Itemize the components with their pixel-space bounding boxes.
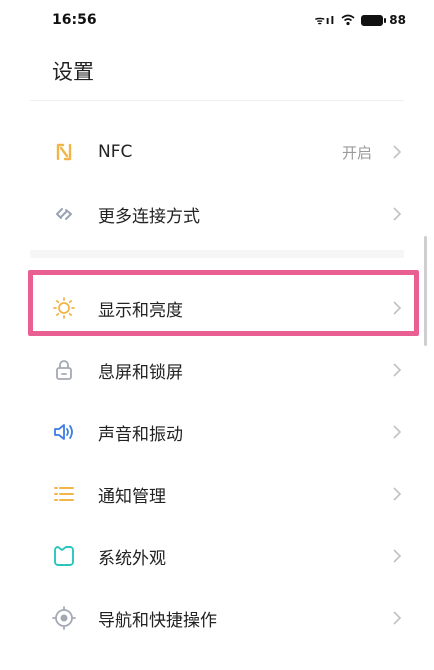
settings-item-label: 声音和振动 — [98, 424, 183, 445]
settings-item-display-brightness[interactable]: 显示和亮度 — [30, 280, 420, 336]
chevron-right-icon — [393, 425, 402, 439]
settings-item-label: 息屏和锁屏 — [98, 362, 183, 383]
battery-level: 88 — [389, 13, 406, 27]
group-separator — [30, 250, 404, 258]
status-bar: 16:56 ᯤıl 88 — [0, 0, 434, 40]
chevron-right-icon — [393, 487, 402, 501]
status-icons: ᯤıl 88 — [315, 13, 406, 28]
settings-item-label: 显示和亮度 — [98, 300, 183, 321]
chevron-right-icon — [393, 549, 402, 563]
settings-item-more-connections[interactable]: 更多连接方式 — [30, 186, 420, 242]
chevron-right-icon — [393, 363, 402, 377]
settings-screen: 16:56 ᯤıl 88 设置 NFC 开启 更多连接方式 显示和亮度 息屏和锁… — [0, 0, 434, 670]
scrollbar[interactable] — [424, 236, 427, 346]
settings-item-nfc[interactable]: NFC 开启 — [30, 124, 420, 180]
chevron-right-icon — [393, 207, 402, 221]
settings-item-notifications[interactable]: 通知管理 — [30, 466, 420, 522]
settings-item-screen-lock[interactable]: 息屏和锁屏 — [30, 342, 420, 398]
battery-icon — [361, 14, 387, 26]
speaker-icon — [52, 420, 76, 444]
chevron-right-icon — [393, 301, 402, 315]
chevron-right-icon — [393, 145, 402, 159]
settings-item-label: 系统外观 — [98, 548, 166, 569]
signal-icon: ᯤıl — [314, 13, 336, 27]
settings-item-system-appearance[interactable]: 系统外观 — [30, 528, 420, 584]
wifi-icon — [341, 14, 355, 26]
page-title: 设置 — [52, 60, 94, 84]
settings-item-navigation-shortcuts[interactable]: 导航和快捷操作 — [30, 590, 420, 646]
brightness-icon — [52, 296, 76, 320]
nfc-status-value: 开启 — [341, 143, 372, 162]
settings-item-label: NFC — [98, 142, 133, 162]
settings-item-sound-vibration[interactable]: 声音和振动 — [30, 404, 420, 460]
lock-icon — [52, 358, 76, 382]
settings-item-label: 更多连接方式 — [98, 206, 200, 227]
header-divider — [30, 100, 404, 101]
appearance-icon — [52, 544, 76, 568]
settings-item-label: 导航和快捷操作 — [98, 610, 217, 631]
chevron-right-icon — [393, 611, 402, 625]
nfc-icon — [52, 140, 76, 164]
settings-item-label: 通知管理 — [98, 486, 166, 507]
list-icon — [52, 482, 76, 506]
link-icon — [52, 202, 76, 226]
navigation-icon — [52, 606, 76, 630]
status-time: 16:56 — [52, 12, 97, 28]
